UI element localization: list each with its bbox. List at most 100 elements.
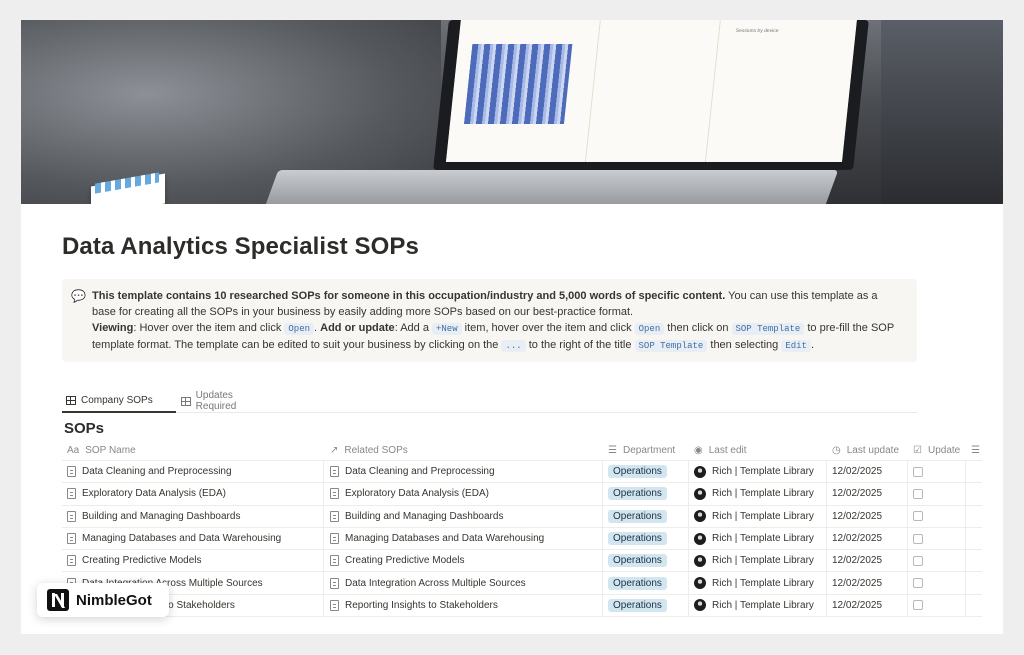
related-sops-cell[interactable]: Managing Databases and Data Warehousing <box>324 527 603 550</box>
update-cell <box>908 461 966 483</box>
update-checkbox[interactable] <box>913 466 923 477</box>
header-more[interactable]: ☰ <box>966 441 982 460</box>
department-tag: Operations <box>608 509 667 523</box>
department-tag: Operations <box>608 532 667 546</box>
table-row[interactable]: Exploratory Data Analysis (EDA) Explorato… <box>62 483 982 506</box>
header-label: Last edit <box>708 445 747 456</box>
page-icon <box>330 555 339 567</box>
code-edit: Edit <box>781 340 811 352</box>
update-checkbox[interactable] <box>913 488 923 499</box>
table-row[interactable]: Data Integration Across Multiple Sources… <box>62 572 982 595</box>
update-cell <box>908 550 966 572</box>
department-cell[interactable]: Operations <box>603 461 689 483</box>
header-last-update[interactable]: ◷ Last update <box>827 441 908 460</box>
related-sops-cell[interactable]: Data Integration Across Multiple Sources <box>324 572 603 594</box>
table-row[interactable]: Data Cleaning and Preprocessing Data Clea… <box>62 461 982 484</box>
related-sop-link[interactable]: Building and Managing Dashboards <box>345 511 503 522</box>
update-cell <box>908 527 966 550</box>
tab-updates-required[interactable]: Updates Required <box>177 389 277 413</box>
header-label: Last update <box>846 445 899 456</box>
sop-name-cell[interactable]: Creating Predictive Models <box>62 550 324 572</box>
tab-company-sops[interactable]: Company SOPs <box>62 389 176 413</box>
related-sops-cell[interactable]: Reporting Insights to Stakeholders <box>324 594 603 617</box>
callout-bold-intro: This template contains 10 researched SOP… <box>92 290 726 302</box>
related-sops-cell[interactable]: Creating Predictive Models <box>324 550 603 572</box>
editor-name: Rich | Template Library <box>712 599 814 611</box>
update-checkbox[interactable] <box>913 555 923 566</box>
related-sop-link[interactable]: Reporting Insights to Stakeholders <box>345 600 498 611</box>
page-icon <box>330 488 339 500</box>
department-cell[interactable]: Operations <box>603 594 689 617</box>
header-label: Update <box>927 445 961 456</box>
update-cell <box>908 483 966 505</box>
update-checkbox[interactable] <box>913 511 923 522</box>
related-sop-link[interactable]: Exploratory Data Analysis (EDA) <box>345 488 489 499</box>
last-update-cell: 12/02/2025 <box>827 572 908 594</box>
last-update-cell: 12/02/2025 <box>827 594 908 617</box>
editor-name: Rich | Template Library <box>712 533 814 545</box>
sop-name-cell[interactable]: Data Cleaning and Preprocessing <box>62 461 324 483</box>
list-icon: ☰ <box>608 445 617 456</box>
sop-name-cell[interactable]: Building and Managing Dashboards <box>62 505 324 527</box>
badge-text: NimbleGot <box>76 591 152 609</box>
avatar <box>694 465 706 478</box>
update-checkbox[interactable] <box>913 600 923 611</box>
update-cell <box>908 505 966 527</box>
extra-cell <box>966 461 982 482</box>
header-related-sops[interactable]: ↗ Related SOPs <box>324 441 603 460</box>
update-checkbox[interactable] <box>913 578 923 589</box>
department-cell[interactable]: Operations <box>603 550 689 572</box>
relation-icon: ↗ <box>330 445 339 456</box>
extra-cell <box>966 572 982 593</box>
page-title: Data Analytics Specialist SOPs <box>62 233 419 260</box>
department-tag: Operations <box>608 465 667 479</box>
table-row[interactable]: Creating Predictive Models Creating Predi… <box>62 550 982 573</box>
department-cell[interactable]: Operations <box>603 505 689 527</box>
update-cell <box>908 594 966 617</box>
related-sop-link[interactable]: Managing Databases and Data Warehousing <box>345 533 544 544</box>
last-edit-cell: Rich | Template Library <box>689 594 827 617</box>
checkbox-icon: ☑ <box>913 445 922 456</box>
callout-viewing-label: Viewing <box>92 322 134 334</box>
related-sops-cell[interactable]: Data Cleaning and Preprocessing <box>324 461 603 483</box>
department-cell[interactable]: Operations <box>603 572 689 594</box>
last-edit-cell: Rich | Template Library <box>689 572 827 594</box>
page-icon <box>330 533 339 545</box>
header-department[interactable]: ☰ Department <box>603 441 689 460</box>
header-update[interactable]: ☑ Update <box>908 441 966 460</box>
callout-text: . <box>810 339 814 351</box>
page-icon <box>67 555 76 567</box>
update-checkbox[interactable] <box>913 533 923 544</box>
page-icon <box>67 533 76 545</box>
clock-icon: ◷ <box>832 445 841 456</box>
sop-name-cell[interactable]: Exploratory Data Analysis (EDA) <box>62 483 324 505</box>
table-row[interactable]: Managing Databases and Data Warehousing M… <box>62 527 982 551</box>
related-sops-cell[interactable]: Exploratory Data Analysis (EDA) <box>324 483 603 505</box>
department-tag: Operations <box>608 576 667 590</box>
related-sops-cell[interactable]: Building and Managing Dashboards <box>324 505 603 527</box>
last-update-date: 12/02/2025 <box>832 555 883 567</box>
table-row[interactable]: Building and Managing Dashboards Building… <box>62 505 982 528</box>
page-icon <box>330 510 339 522</box>
header-sop-name[interactable]: Aa SOP Name <box>62 441 324 460</box>
department-cell[interactable]: Operations <box>603 483 689 505</box>
avatar <box>694 510 706 523</box>
avatar <box>694 599 706 612</box>
code-dots: ... <box>501 340 526 352</box>
header-last-edit[interactable]: ◉ Last edit <box>689 441 827 460</box>
related-sop-link[interactable]: Data Integration Across Multiple Sources <box>345 578 526 589</box>
table-row[interactable]: Reporting Insights to StakeholdersReport… <box>62 594 982 618</box>
callout-text: then click on <box>664 322 732 334</box>
related-sop-link[interactable]: Data Cleaning and Preprocessing <box>345 466 495 477</box>
extra-cell <box>966 595 982 616</box>
sop-name-cell[interactable]: Managing Databases and Data Warehousing <box>62 527 324 550</box>
database-title: SOPs <box>64 420 105 437</box>
view-tabs: Company SOPs Updates Required <box>62 389 917 413</box>
nimblegot-badge[interactable]: NimbleGot <box>37 583 169 617</box>
department-cell[interactable]: Operations <box>603 527 689 550</box>
last-update-cell: 12/02/2025 <box>827 505 908 527</box>
extra-cell <box>966 528 982 549</box>
related-sop-link[interactable]: Creating Predictive Models <box>345 555 465 566</box>
last-update-date: 12/02/2025 <box>832 533 883 545</box>
last-update-date: 12/02/2025 <box>832 510 883 522</box>
